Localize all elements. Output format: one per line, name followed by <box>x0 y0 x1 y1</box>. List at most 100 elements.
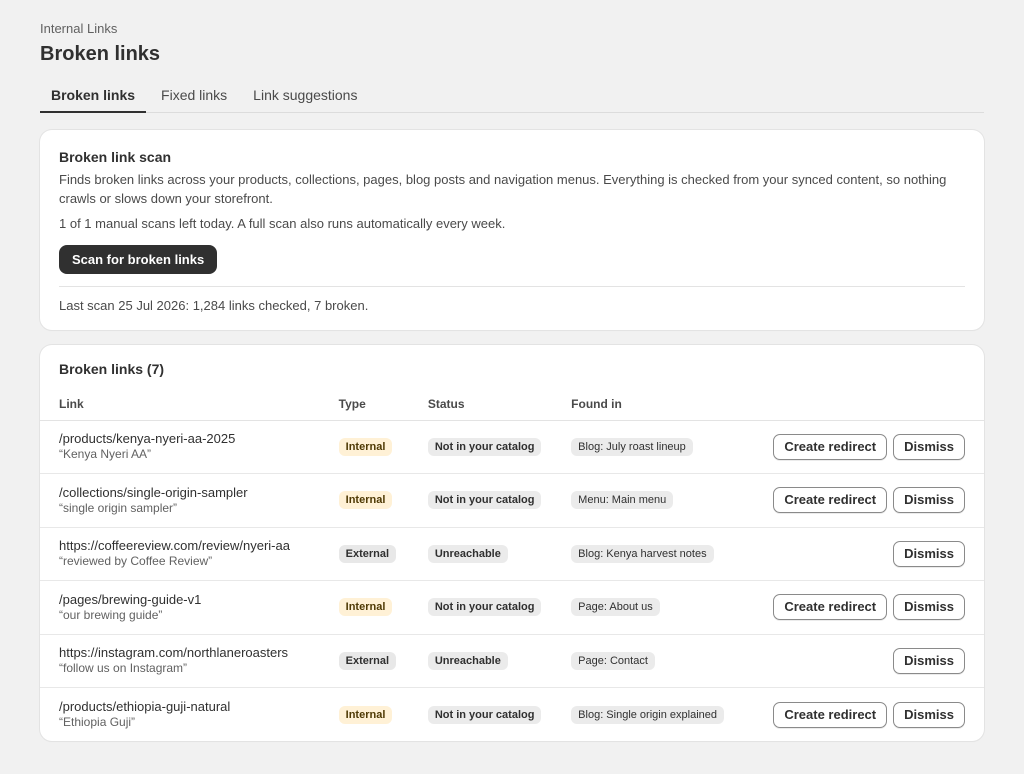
dismiss-button[interactable]: Dismiss <box>893 647 965 674</box>
type-cell: External <box>338 634 428 688</box>
actions-cell: Create redirect Dismiss <box>767 688 984 742</box>
status-cell: Not in your catalog <box>427 420 572 474</box>
tab-fixed-links[interactable]: Fixed links <box>150 80 238 113</box>
actions-cell: Dismiss <box>767 527 984 581</box>
column-header-found-in: Found in <box>571 388 768 421</box>
actions-cell: Create redirect Dismiss <box>767 580 984 635</box>
table-row: /products/ethiopia-guji-natural “Ethiopi… <box>40 688 984 742</box>
status-cell: Unreachable <box>427 527 572 581</box>
type-cell: Internal <box>338 580 428 635</box>
link-url[interactable]: /products/kenya-nyeri-aa-2025 <box>59 431 339 447</box>
status-badge: Unreachable <box>427 651 508 670</box>
found-in-cell: Page: About us <box>571 580 768 635</box>
table-row: /pages/brewing-guide-v1 “our brewing gui… <box>40 580 984 635</box>
status-badge: Not in your catalog <box>427 705 542 724</box>
broken-link-scan-card: Broken link scan Finds broken links acro… <box>40 130 984 330</box>
found-in-badge: Blog: Kenya harvest notes <box>571 544 714 563</box>
scan-description: Finds broken links across your products,… <box>59 172 947 206</box>
table-row: https://instagram.com/northlaneroasters … <box>40 634 984 688</box>
status-cell: Not in your catalog <box>427 688 571 742</box>
column-header-status: Status <box>427 388 572 421</box>
type-cell: Internal <box>338 420 428 474</box>
link-anchor-text: “our brewing guide” <box>59 607 163 622</box>
create-redirect-button[interactable]: Create redirect <box>773 487 888 514</box>
found-in-cell: Page: Contact <box>571 634 768 688</box>
status-cell: Unreachable <box>427 634 572 688</box>
link-cell: https://instagram.com/northlaneroasters … <box>40 634 339 688</box>
dismiss-button[interactable]: Dismiss <box>893 433 965 460</box>
found-in-badge: Page: About us <box>571 598 660 617</box>
link-url[interactable]: https://instagram.com/northlaneroasters <box>59 645 339 661</box>
scan-card-title: Broken link scan <box>59 149 172 165</box>
status-badge: Not in your catalog <box>427 437 542 456</box>
link-url[interactable]: https://coffeereview.com/review/nyeri-aa <box>59 538 339 554</box>
table-row: /products/kenya-nyeri-aa-2025 “Kenya Nye… <box>40 420 984 474</box>
create-redirect-button[interactable]: Create redirect <box>773 433 888 460</box>
type-badge: Internal <box>338 437 393 456</box>
link-cell: /pages/brewing-guide-v1 “our brewing gui… <box>40 580 339 635</box>
link-url[interactable]: /products/ethiopia-guji-natural <box>59 699 339 715</box>
found-in-cell: Blog: Kenya harvest notes <box>571 527 768 581</box>
tab-bar: Broken links Fixed links Link suggestion… <box>40 80 984 113</box>
type-badge: External <box>338 651 397 670</box>
type-cell: Internal <box>338 473 428 528</box>
type-cell: Internal <box>338 688 428 742</box>
breadcrumb[interactable]: Internal Links <box>40 21 984 37</box>
link-cell: /products/ethiopia-guji-natural “Ethiopi… <box>40 688 339 742</box>
status-badge: Unreachable <box>427 544 508 563</box>
actions-cell: Create redirect Dismiss <box>767 420 984 474</box>
type-badge: Internal <box>338 705 393 724</box>
create-redirect-button[interactable]: Create redirect <box>773 594 888 621</box>
link-anchor-text: “reviewed by Coffee Review” <box>59 554 213 569</box>
link-cell: /products/kenya-nyeri-aa-2025 “Kenya Nye… <box>40 420 339 474</box>
tab-broken-links[interactable]: Broken links <box>40 80 147 113</box>
type-badge: External <box>338 544 397 563</box>
page: Internal Links Broken links Broken links… <box>0 0 1024 741</box>
status-cell: Not in your catalog <box>427 580 572 635</box>
divider <box>59 286 965 287</box>
type-badge: Internal <box>338 598 393 617</box>
table-body: /products/kenya-nyeri-aa-2025 “Kenya Nye… <box>40 420 984 741</box>
column-header-actions <box>767 388 984 421</box>
column-header-type: Type <box>338 388 428 421</box>
dismiss-button[interactable]: Dismiss <box>893 487 965 514</box>
found-in-badge: Blog: July roast lineup <box>571 437 693 456</box>
table-header-row: Link Type Status Found in <box>40 388 984 421</box>
broken-links-table: Link Type Status Found in /products/keny… <box>40 388 984 741</box>
found-in-badge: Menu: Main menu <box>571 491 674 510</box>
page-title: Broken links <box>40 43 161 65</box>
dismiss-button[interactable]: Dismiss <box>893 701 965 728</box>
last-scan-summary: Last scan 25 Jul 2026: 1,284 links check… <box>59 298 369 313</box>
found-in-badge: Blog: Single origin explained <box>571 705 724 724</box>
found-in-cell: Menu: Main menu <box>571 473 768 528</box>
dismiss-button[interactable]: Dismiss <box>893 540 965 567</box>
dismiss-button[interactable]: Dismiss <box>893 594 965 621</box>
link-anchor-text: “single origin sampler” <box>59 500 178 515</box>
broken-links-table-card: Broken links (7) Link Type Status Found … <box>40 345 984 741</box>
broken-links-table-title: Broken links (7) <box>59 361 165 377</box>
link-anchor-text: “Kenya Nyeri AA” <box>59 447 152 462</box>
link-anchor-text: “follow us on Instagram” <box>59 661 188 676</box>
tab-link-suggestions[interactable]: Link suggestions <box>242 80 368 113</box>
scan-for-broken-links-button[interactable]: Scan for broken links <box>59 245 218 274</box>
column-header-link: Link <box>40 388 339 421</box>
link-cell: https://coffeereview.com/review/nyeri-aa… <box>40 527 339 581</box>
scan-quota-text: 1 of 1 manual scans left today. A full s… <box>59 216 506 231</box>
status-badge: Not in your catalog <box>427 491 542 510</box>
table-row: /collections/single-origin-sampler “sing… <box>40 473 984 528</box>
link-anchor-text: “Ethiopia Guji” <box>59 715 136 729</box>
found-in-badge: Page: Contact <box>571 651 655 670</box>
link-url[interactable]: /collections/single-origin-sampler <box>59 485 339 501</box>
create-redirect-button[interactable]: Create redirect <box>773 701 888 728</box>
found-in-cell: Blog: Single origin explained <box>571 688 767 742</box>
status-badge: Not in your catalog <box>427 598 542 617</box>
link-url[interactable]: /pages/brewing-guide-v1 <box>59 592 339 608</box>
found-in-cell: Blog: July roast lineup <box>571 420 768 474</box>
actions-cell: Create redirect Dismiss <box>767 473 984 528</box>
actions-cell: Dismiss <box>767 634 984 688</box>
link-cell: /collections/single-origin-sampler “sing… <box>40 473 339 528</box>
type-cell: External <box>338 527 428 581</box>
type-badge: Internal <box>338 491 393 510</box>
status-cell: Not in your catalog <box>427 473 572 528</box>
table-row: https://coffeereview.com/review/nyeri-aa… <box>40 527 984 581</box>
